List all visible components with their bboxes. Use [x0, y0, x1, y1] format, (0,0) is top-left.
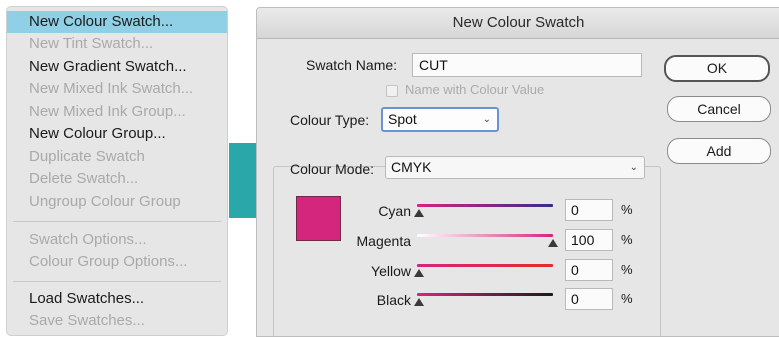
colour-type-value: Spot [388, 111, 417, 127]
menu-item-new-gradient-swatch[interactable]: New Gradient Swatch... [7, 56, 227, 78]
new-colour-swatch-dialog: New Colour Swatch Swatch Name: CUT Name … [256, 7, 779, 337]
menu-item-new-mixed-ink-group[interactable]: New Mixed Ink Group... [7, 101, 227, 123]
swatch-name-label: Swatch Name: [306, 57, 398, 73]
swatch-name-field[interactable]: CUT [412, 53, 642, 77]
cyan-value-field[interactable]: 0 [565, 199, 613, 221]
magenta-value-field[interactable]: 100 [565, 229, 613, 251]
magenta-slider-track[interactable] [417, 234, 553, 237]
menu-item-new-colour-group[interactable]: New Colour Group... [7, 123, 227, 145]
menu-item-new-mixed-ink-swatch[interactable]: New Mixed Ink Swatch... [7, 78, 227, 100]
menu-separator [13, 221, 221, 222]
menu-item-swatch-options[interactable]: Swatch Options... [7, 229, 227, 251]
menu-item-new-tint-swatch[interactable]: New Tint Swatch... [7, 33, 227, 55]
ok-button[interactable]: OK [664, 55, 770, 82]
menu-item-save-swatches[interactable]: Save Swatches... [7, 310, 227, 332]
add-button[interactable]: Add [667, 138, 771, 164]
chevron-down-icon: ⌄ [482, 114, 491, 125]
black-slider-track[interactable] [417, 293, 553, 296]
yellow-percent-label: % [621, 262, 633, 277]
name-with-colour-value-label: Name with Colour Value [405, 82, 545, 97]
menu-item-new-colour-swatch[interactable]: New Colour Swatch... [7, 11, 227, 33]
yellow-slider-track[interactable] [417, 264, 553, 267]
magenta-label: Magenta [356, 233, 411, 249]
menu-item-ungroup-colour-group[interactable]: Ungroup Colour Group [7, 191, 227, 213]
colour-type-label: Colour Type: [290, 112, 370, 128]
menu-item-load-swatches[interactable]: Load Swatches... [7, 288, 227, 310]
menu-item-colour-group-options[interactable]: Colour Group Options... [7, 251, 227, 273]
menu-separator [13, 281, 221, 282]
swatches-panel-menu: New Colour Swatch... New Tint Swatch... … [6, 6, 228, 336]
cyan-percent-label: % [621, 202, 633, 217]
dialog-title: New Colour Swatch [257, 8, 779, 39]
cyan-slider-track[interactable] [417, 204, 553, 207]
cyan-label: Cyan [378, 203, 411, 219]
name-with-colour-value-checkbox[interactable] [386, 85, 398, 97]
colour-mode-group [273, 166, 661, 336]
black-label: Black [376, 292, 411, 308]
menu-item-duplicate-swatch[interactable]: Duplicate Swatch [7, 146, 227, 168]
cancel-button[interactable]: Cancel [667, 96, 771, 122]
menu-item-delete-swatch[interactable]: Delete Swatch... [7, 168, 227, 190]
yellow-slider-thumb[interactable] [414, 269, 424, 277]
colour-type-select[interactable]: Spot ⌄ [381, 107, 499, 132]
colour-mode-value: CMYK [391, 159, 432, 175]
yellow-value-field[interactable]: 0 [565, 259, 613, 281]
swatch-preview [296, 196, 341, 241]
magenta-percent-label: % [621, 232, 633, 247]
cyan-slider-thumb[interactable] [414, 209, 424, 217]
black-slider-thumb[interactable] [414, 298, 424, 306]
colour-mode-select[interactable]: CMYK ⌄ [385, 156, 645, 179]
chevron-down-icon: ⌄ [629, 162, 638, 173]
accent-bar [229, 143, 256, 218]
yellow-label: Yellow [371, 263, 411, 279]
colour-mode-label: Colour Mode: [290, 161, 375, 177]
black-percent-label: % [621, 291, 633, 306]
magenta-slider-thumb[interactable] [548, 239, 558, 247]
black-value-field[interactable]: 0 [565, 288, 613, 310]
